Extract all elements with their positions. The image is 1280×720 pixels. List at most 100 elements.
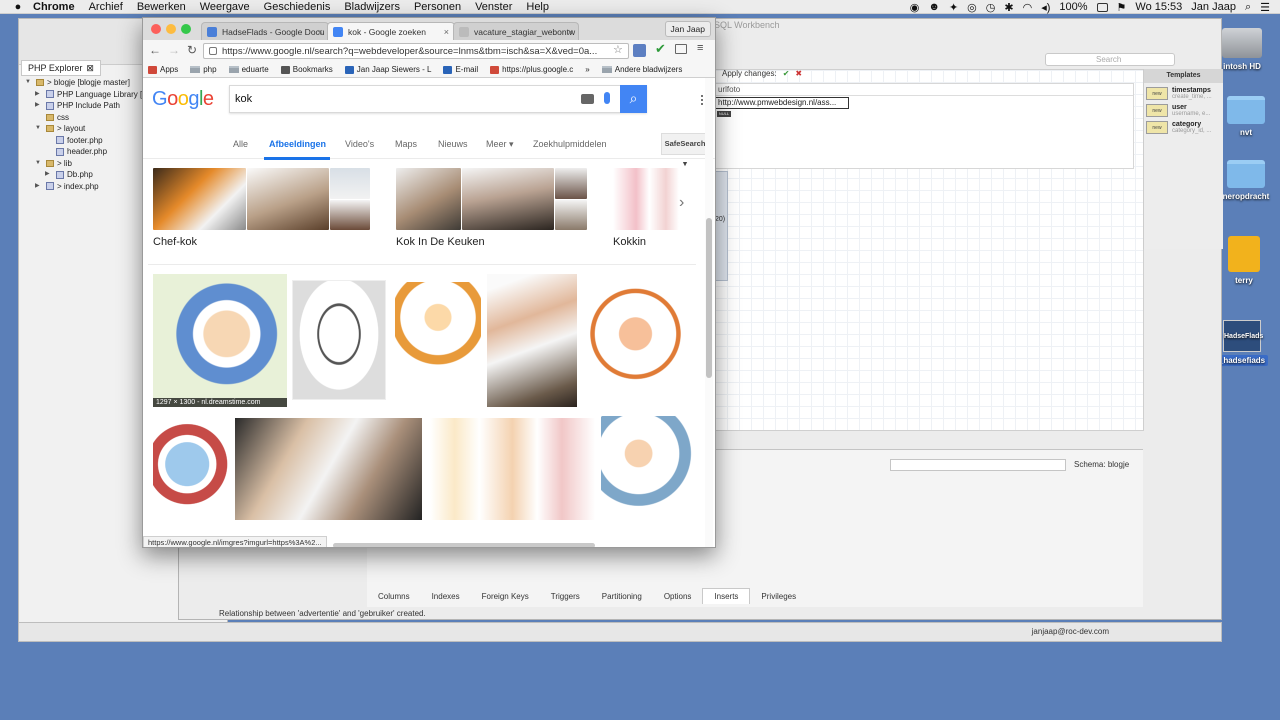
image-result[interactable] [153,416,229,523]
menu-personen[interactable]: Personen [407,1,468,13]
page-info-icon[interactable] [209,47,217,55]
image-result[interactable] [430,418,595,520]
battery-icon[interactable] [1096,2,1108,12]
editor-tab-partitioning[interactable]: Partitioning [591,589,653,604]
image-result[interactable] [395,282,481,400]
close-tab-icon[interactable]: × [318,23,323,40]
template-category[interactable]: new category category_id, ... [1146,121,1221,134]
tab-meer[interactable]: Meer ▾ [486,139,514,150]
camera-search-icon[interactable] [581,94,594,104]
tab-vacature[interactable]: vacature_stagiar_webontw × [453,22,579,40]
tree-item[interactable]: header.php [25,146,142,158]
menu-venster[interactable]: Venster [468,1,519,13]
tree-item[interactable]: ▶ PHP Include Path [25,100,142,112]
menu-bladwijzers[interactable]: Bladwijzers [337,1,407,13]
menu-chrome[interactable]: Chrome [26,1,82,13]
tab-hadseflads[interactable]: HadseFlads - Google Docu × [201,22,329,40]
related-search-kok-in-de-keuken[interactable]: Kok In De Keuken [396,168,588,253]
bookmark-jan-jaap-siewers-l[interactable]: Jan Jaap Siewers - L [340,65,439,74]
chevron-right-icon[interactable]: › [679,194,684,212]
bookmark-php[interactable]: php [185,65,223,74]
image-result[interactable] [487,274,577,407]
tab-zoekhulpmiddelen[interactable]: Zoekhulpmiddelen [533,139,607,149]
tree-item[interactable]: ▼ > blogje [blogje master] [25,77,142,89]
image-result[interactable] [292,280,386,400]
revert-icon[interactable]: ✖ [795,69,802,78]
tab-alle[interactable]: Alle [233,139,248,149]
apps-grid-icon[interactable] [700,94,704,106]
check-extension-icon[interactable]: ✔ [655,41,666,57]
expand-toggle-icon[interactable]: ▼ [35,123,43,135]
grid-cell-editing[interactable]: http://www.pmwebdesign.nl/ass... [715,97,849,109]
related-search-kokkin[interactable]: Kokkin [613,168,683,253]
flag-icon[interactable]: ⚑ [1117,1,1127,14]
timemachine-icon[interactable]: ◷ [986,1,996,14]
tab-afbeeldingen[interactable]: Afbeeldingen [269,139,326,149]
horizontal-scrollbar[interactable] [333,543,595,547]
tree-item[interactable]: ▶ > index.php [25,181,142,193]
template-user[interactable]: new user username, e... [1146,104,1221,117]
editor-tab-columns[interactable]: Columns [367,589,421,604]
battery-percent[interactable]: 100% [1059,1,1087,13]
scrollbar-thumb[interactable] [706,218,712,378]
workbench-search-input[interactable]: Search [1045,53,1175,66]
menu-geschiedenis[interactable]: Geschiedenis [257,1,338,13]
bookmark-apps[interactable]: Apps [143,65,185,74]
desktop-icon-neropdracht[interactable]: neropdracht [1216,160,1276,201]
back-icon[interactable]: ← [149,43,161,57]
related-search-chef-kok[interactable]: Chef-kok [153,168,373,253]
editor-tab-foreign-keys[interactable]: Foreign Keys [471,589,540,604]
expand-toggle-icon[interactable]: ▶ [35,181,43,193]
zoom-window-button[interactable] [181,24,191,34]
menu-weergave[interactable]: Weergave [193,1,257,13]
tree-item[interactable]: css [25,112,142,124]
template-timestamps[interactable]: new timestamps create_time, ... [1146,87,1221,100]
bookmark-andere-bladwijzers[interactable]: Andere bladwijzers [597,65,690,74]
expand-toggle-icon[interactable]: ▼ [25,77,33,89]
image-result[interactable]: 1297 × 1300 - nl.dreamstime.com [153,274,287,407]
desktop-icon-nvt[interactable]: nvt [1216,96,1276,137]
tab-kok[interactable]: kok - Google zoeken × [327,22,455,40]
user-menu[interactable]: Jan Jaap [1191,1,1236,13]
record-icon[interactable]: ◎ [967,1,977,14]
forward-icon[interactable]: → [168,43,180,57]
menu-bewerken[interactable]: Bewerken [130,1,193,13]
menu-archief[interactable]: Archief [82,1,130,13]
bookmark-[interactable]: » [580,65,596,74]
tree-item[interactable]: ▼ > lib [25,158,142,170]
bookmark-https-plus-google-c[interactable]: https://plus.google.c [485,65,580,74]
dropbox-icon[interactable]: ✦ [949,1,958,14]
extension-icon[interactable] [633,44,646,57]
bookmark-e-mail[interactable]: E-mail [438,65,485,74]
search-input[interactable]: kok [229,85,647,113]
tab-nieuws[interactable]: Nieuws [438,139,468,149]
menu-help[interactable]: Help [519,1,556,13]
image-result[interactable] [584,274,687,407]
close-tab-icon[interactable]: × [568,23,573,40]
image-result[interactable] [601,416,695,523]
menu-icon[interactable]: ≡ [697,42,703,54]
microphone-icon[interactable] [604,92,610,104]
wifi-icon[interactable]: ◠ [1023,1,1033,14]
search-button[interactable]: ⌕ [620,85,647,113]
clock[interactable]: Wo 15:53 [1135,1,1182,13]
close-icon[interactable]: ⊠ [86,63,94,74]
php-explorer-tab[interactable]: PHP Explorer ⊠ [21,60,101,76]
user-status-icon[interactable]: ☻ [928,1,940,13]
bluetooth-icon[interactable]: ✱ [1004,1,1013,14]
page-scrollbar[interactable] [705,78,713,547]
bookmark-bookmarks[interactable]: Bookmarks [276,65,340,74]
bookmark-eduarte[interactable]: eduarte [224,65,276,74]
expand-toggle-icon[interactable]: ▶ [35,89,43,101]
expand-toggle-icon[interactable]: ▼ [35,158,43,170]
desktop-icon-terry[interactable]: terry [1214,236,1274,285]
table-name-input[interactable] [890,459,1066,471]
close-tab-icon[interactable]: × [444,23,449,40]
creative-cloud-icon[interactable]: ◉ [910,1,920,14]
tab-videos[interactable]: Video's [345,139,374,149]
expand-toggle-icon[interactable]: ▶ [35,100,43,112]
inserts-grid[interactable]: urlfoto http://www.pmwebdesign.nl/ass...… [714,83,1134,169]
notification-center-icon[interactable]: ☰ [1260,1,1270,14]
editor-tab-triggers[interactable]: Triggers [540,589,591,604]
tab-maps[interactable]: Maps [395,139,417,149]
